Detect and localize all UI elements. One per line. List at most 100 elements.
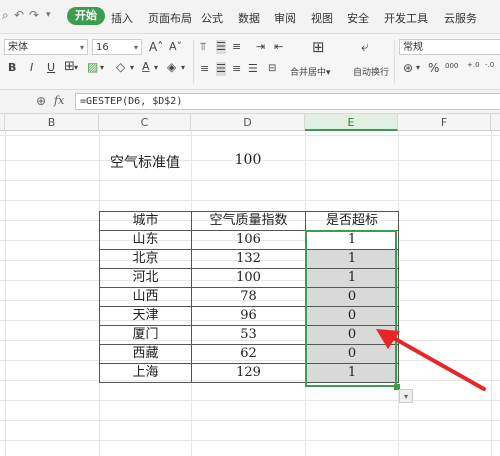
quick-access-dropdown-icon[interactable]: ▾ [46, 10, 51, 20]
exceeds-cell[interactable]: 1 [305, 268, 399, 288]
align-left-icon[interactable]: ≡ [200, 62, 209, 76]
aqi-cell[interactable]: 129 [191, 363, 306, 383]
exceeds-cell[interactable]: 1 [305, 249, 399, 269]
aqi-cell[interactable]: 53 [191, 325, 306, 345]
column-header-b[interactable]: B [5, 114, 99, 131]
fill-color-icon[interactable]: ▨ [87, 60, 98, 74]
aqi-cell[interactable]: 100 [191, 268, 306, 288]
tab-home[interactable]: 开始 [67, 7, 105, 25]
city-cell[interactable]: 西藏 [99, 344, 192, 364]
indent-increase-icon[interactable]: ⇥ [256, 40, 265, 54]
column-header-c[interactable]: C [99, 114, 191, 131]
font-size-select[interactable]: 16 ▾ [92, 39, 142, 55]
gridline [491, 131, 492, 456]
column-header-d[interactable]: D [191, 114, 305, 131]
column-header-g[interactable] [491, 114, 500, 131]
city-cell[interactable]: 厦门 [99, 325, 192, 345]
column-header-e[interactable]: E [305, 114, 398, 131]
merge-center-button[interactable]: 合并居中▾ [290, 65, 331, 78]
chevron-down-icon[interactable]: ▾ [74, 61, 78, 75]
justify-icon[interactable]: ☰ [248, 62, 258, 76]
bold-button[interactable]: B [8, 61, 16, 75]
tab-view[interactable]: 视图 [311, 10, 333, 26]
currency-icon[interactable]: ⊛ [403, 61, 413, 75]
city-cell[interactable]: 河北 [99, 268, 192, 288]
align-right-icon[interactable]: ≡ [232, 62, 241, 76]
undo-icon[interactable]: ↶ [14, 8, 24, 22]
paint-bucket-icon[interactable]: ◇ [116, 60, 125, 74]
tab-data[interactable]: 数据 [238, 10, 260, 26]
number-format-select[interactable]: 常规 [399, 39, 500, 55]
italic-button[interactable]: I [30, 61, 33, 75]
column-header-f[interactable]: F [398, 114, 491, 131]
standard-value-cell[interactable]: 100 [191, 152, 305, 168]
table-header-city[interactable]: 城市 [99, 211, 192, 231]
divider [394, 40, 395, 84]
thousands-separator-button[interactable]: 000 [445, 59, 458, 73]
grow-font-button[interactable]: A˄ [149, 40, 163, 54]
fx-icon[interactable]: fx [54, 94, 64, 107]
chevron-down-icon[interactable]: ▾ [130, 61, 134, 75]
table-row: 上海 129 1 [99, 363, 399, 383]
tab-security[interactable]: 安全 [347, 10, 369, 26]
merge-center-icon[interactable]: ⊞ [312, 40, 325, 55]
align-top-icon[interactable]: ⫪ [200, 40, 206, 54]
align-center-icon[interactable]: ☰ [216, 62, 226, 76]
ribbon-toolbar: 宋体 ▾ 16 ▾ A˄ A˅ B I U ⊞ ▾ ▨ ▾ ◇ ▾ A ▾ ◈ … [0, 34, 500, 90]
tab-insert[interactable]: 插入 [111, 10, 133, 26]
formula-input[interactable]: =GESTEP(D6, $D$2) [75, 93, 500, 110]
tab-developer[interactable]: 开发工具 [384, 10, 428, 26]
font-color-icon[interactable]: A [142, 60, 150, 74]
table-row: 山东 106 1 [99, 230, 399, 250]
indent-decrease-icon[interactable]: ⇤ [274, 40, 283, 54]
city-cell[interactable]: 山西 [99, 287, 192, 307]
aqi-cell[interactable]: 106 [191, 230, 306, 250]
table-header-aqi[interactable]: 空气质量指数 [191, 211, 306, 231]
decrease-decimal-button[interactable]: -.0 [485, 58, 494, 72]
gridline [5, 131, 6, 456]
formula-bar: ⊕ fx =GESTEP(D6, $D$2) [0, 90, 500, 114]
tab-cloud[interactable]: 云服务 [444, 10, 477, 26]
underline-button[interactable]: U [47, 61, 55, 75]
table-row: 西藏 62 0 [99, 344, 399, 364]
clear-format-icon[interactable]: ◈ [167, 60, 176, 74]
font-name-value: 宋体 [8, 42, 28, 53]
exceeds-cell[interactable]: 1 [305, 230, 399, 250]
align-middle-icon[interactable]: ☰ [216, 40, 226, 54]
exceeds-cell[interactable]: 0 [305, 287, 399, 307]
table-header-exceeds[interactable]: 是否超标 [305, 211, 399, 231]
standard-label-cell[interactable]: 空气标准值 [99, 152, 191, 172]
auto-wrap-button[interactable]: 自动换行 [353, 65, 389, 78]
table-header-row: 城市 空气质量指数 是否超标 [99, 211, 399, 231]
table-row: 厦门 53 0 [99, 325, 399, 345]
tab-review[interactable]: 审阅 [274, 10, 296, 26]
tab-formulas[interactable]: 公式 [201, 10, 223, 26]
aqi-cell[interactable]: 132 [191, 249, 306, 269]
increase-decimal-button[interactable]: +.0 [467, 58, 480, 72]
shrink-font-button[interactable]: A˅ [169, 40, 182, 54]
city-cell[interactable]: 上海 [99, 363, 192, 383]
print-preview-icon[interactable]: ⌕ [2, 8, 9, 23]
percent-button[interactable]: % [428, 61, 439, 75]
chevron-down-icon[interactable]: ▾ [181, 61, 185, 75]
zoom-icon[interactable]: ⊕ [36, 94, 46, 108]
wrap-text-icon[interactable]: ⤶ [361, 40, 369, 54]
aqi-cell[interactable]: 62 [191, 344, 306, 364]
divider [193, 40, 194, 84]
aqi-cell[interactable]: 78 [191, 287, 306, 307]
distributed-align-icon[interactable]: ⊟ [268, 62, 276, 76]
aqi-cell[interactable]: 96 [191, 306, 306, 326]
city-cell[interactable]: 天津 [99, 306, 192, 326]
tab-page-layout[interactable]: 页面布局 [148, 10, 192, 26]
redo-icon[interactable]: ↷ [29, 8, 39, 22]
city-cell[interactable]: 北京 [99, 249, 192, 269]
exceeds-cell[interactable]: 0 [305, 306, 399, 326]
chevron-down-icon[interactable]: ▾ [100, 61, 104, 75]
font-name-select[interactable]: 宋体 ▾ [4, 39, 88, 55]
align-bottom-icon[interactable]: ≡ [232, 40, 241, 54]
chevron-down-icon[interactable]: ▾ [154, 61, 158, 75]
city-cell[interactable]: 山东 [99, 230, 192, 250]
annotation-arrow-icon [376, 329, 486, 391]
table-row: 河北 100 1 [99, 268, 399, 288]
chevron-down-icon[interactable]: ▾ [416, 61, 420, 75]
